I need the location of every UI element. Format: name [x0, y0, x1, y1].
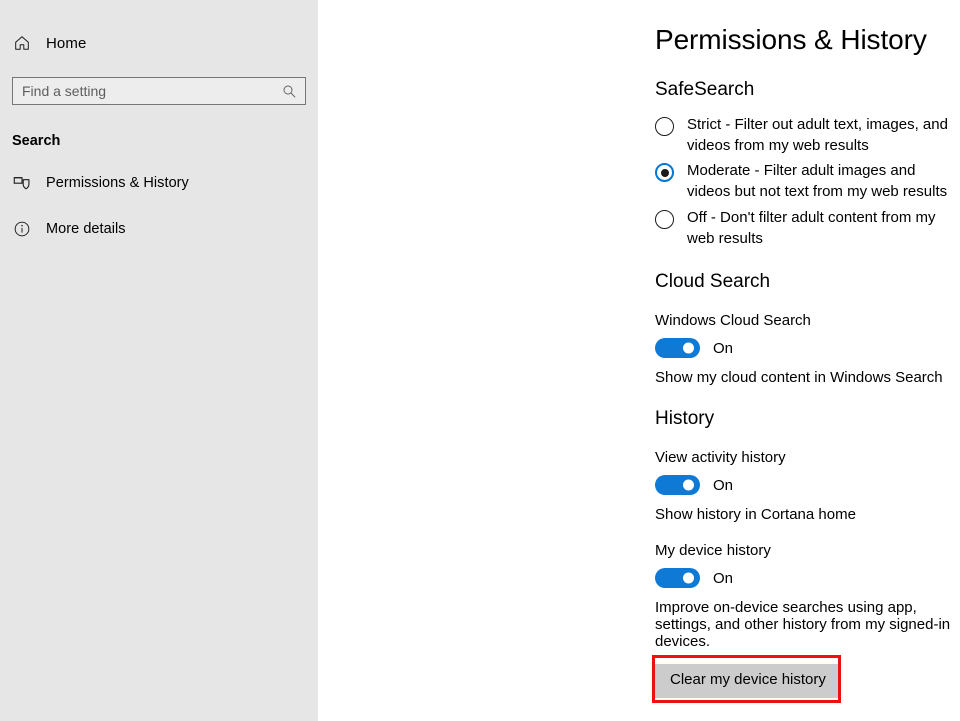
safesearch-heading: SafeSearch	[655, 78, 755, 100]
windows-cloud-search-toggle[interactable]	[655, 338, 700, 359]
sidebar-item-label: More details	[46, 221, 126, 237]
shield-permissions-icon	[12, 173, 32, 193]
radio-option-strict[interactable]: Strict - Filter out adult text, images, …	[655, 114, 960, 157]
page-title: Permissions & History	[655, 24, 927, 55]
toggle-knob	[683, 572, 694, 584]
safesearch-radio-group: Strict - Filter out adult text, images, …	[655, 114, 960, 250]
search-icon[interactable]	[281, 83, 297, 99]
my-device-history-toggle[interactable]	[655, 568, 700, 589]
view-activity-history-label: View activity history	[655, 449, 786, 467]
cloud-search-description: Show my cloud content in Windows Search	[655, 369, 943, 387]
radio-option-moderate[interactable]: Moderate - Filter adult images and video…	[655, 160, 960, 203]
toggle-knob	[683, 479, 694, 491]
view-activity-history-toggle-row: On	[655, 475, 960, 496]
radio-label-moderate: Moderate - Filter adult images and video…	[687, 162, 948, 201]
sidebar-section-header: Search	[12, 133, 61, 149]
radio-label-off: Off - Don't filter adult content from my…	[687, 208, 936, 248]
my-device-history-label: My device history	[655, 542, 771, 560]
view-activity-history-toggle[interactable]	[655, 475, 700, 496]
find-a-setting-box[interactable]	[12, 77, 306, 105]
settings-main-panel: Permissions & History SafeSearch Strict …	[318, 0, 960, 721]
windows-cloud-search-toggle-state: On	[713, 339, 734, 357]
windows-cloud-search-label: Windows Cloud Search	[655, 312, 811, 330]
info-circle-icon	[12, 219, 32, 239]
radio-option-off[interactable]: Off - Don't filter adult content from my…	[655, 207, 960, 250]
view-activity-history-toggle-state: On	[713, 476, 734, 494]
toggle-knob	[683, 342, 694, 354]
windows-cloud-search-toggle-row: On	[655, 338, 960, 359]
cloud-search-heading: Cloud Search	[655, 271, 771, 293]
radio-button-moderate[interactable]	[655, 163, 674, 183]
device-history-description: Improve on-device searches using app, se…	[655, 599, 951, 651]
history-heading: History	[655, 408, 715, 430]
radio-button-strict[interactable]	[655, 116, 674, 136]
radio-button-off[interactable]	[655, 209, 674, 229]
my-device-history-toggle-row: On	[655, 568, 960, 589]
sidebar-item-home[interactable]: Home	[0, 28, 318, 58]
settings-sidebar: Home Search Permissions & History	[0, 0, 318, 721]
my-device-history-toggle-state: On	[713, 569, 734, 587]
sidebar-item-permissions-history[interactable]: Permissions & History	[0, 167, 318, 199]
radio-label-strict: Strict - Filter out adult text, images, …	[687, 115, 948, 154]
sidebar-home-label: Home	[46, 34, 87, 52]
sidebar-item-more-details[interactable]: More details	[0, 213, 318, 245]
sidebar-item-label: Permissions & History	[46, 175, 189, 191]
search-input[interactable]	[13, 78, 305, 104]
clear-my-device-history-button[interactable]: Clear my device history	[655, 664, 841, 698]
home-icon	[12, 33, 32, 53]
activity-history-description: Show history in Cortana home	[655, 506, 856, 524]
